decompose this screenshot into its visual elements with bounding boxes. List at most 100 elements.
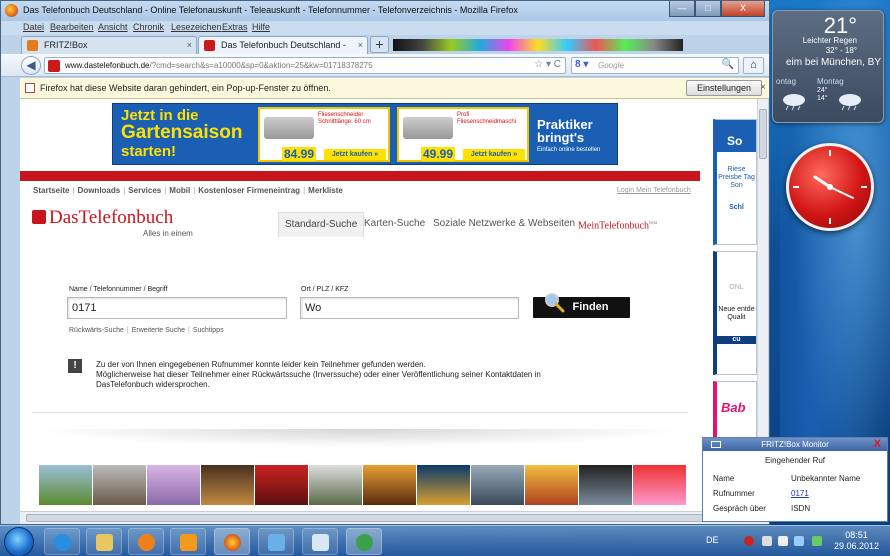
title-bar[interactable]: Das Telefonbuch Deutschland - Online Tel…: [1, 1, 769, 21]
taskbar-outlook[interactable]: [170, 528, 206, 555]
back-button[interactable]: ◀: [21, 56, 41, 75]
fritz-value-number[interactable]: 0171: [791, 489, 809, 498]
brand-tagline: Alles in einem: [143, 229, 193, 238]
nav-services[interactable]: Services: [128, 186, 161, 195]
thumbnail[interactable]: [471, 465, 524, 505]
search-form: Name / Telefonnummer / Begriff 0171 Ort …: [20, 239, 700, 411]
vertical-scroll-thumb[interactable]: [759, 109, 767, 159]
taskbar-mediaplayer[interactable]: [128, 528, 164, 555]
tab-soziale-netzwerke[interactable]: Soziale Netzwerke & Webseiten: [433, 212, 575, 237]
praktiker-logo-sub: bringt's: [537, 130, 585, 145]
tab-close-icon[interactable]: ×: [187, 37, 192, 53]
close-window-button[interactable]: X: [721, 1, 765, 17]
volume-icon[interactable]: [762, 536, 772, 546]
fritz-title: FRITZ!Box Monitor: [761, 440, 829, 449]
taskbar-firefox[interactable]: [214, 528, 250, 555]
tab-karten-suche[interactable]: Karten-Suche: [364, 212, 425, 237]
menu-hilfe[interactable]: Hilfe: [252, 22, 270, 32]
nav-downloads[interactable]: Downloads: [78, 186, 121, 195]
maximize-button[interactable]: □: [695, 1, 721, 17]
taskbar-paint[interactable]: [302, 528, 338, 555]
popup-settings-button[interactable]: Einstellungen: [686, 80, 762, 96]
google-engine-icon[interactable]: 8 ▾: [575, 59, 588, 70]
url-bar[interactable]: www.dastelefonbuch.de/?cmd=search&s=a100…: [44, 57, 566, 74]
search-icon[interactable]: 🔍: [722, 59, 734, 70]
thumbnail[interactable]: [417, 465, 470, 505]
praktiker-logo: Praktiker bringt's Einfach online bestelle…: [537, 118, 613, 153]
thumbnail[interactable]: [363, 465, 416, 505]
power-icon[interactable]: [778, 536, 788, 546]
tab-telefonbuch[interactable]: Das Telefonbuch Deutschland - Onlin... ×: [198, 36, 368, 66]
window-left-frame: [1, 78, 20, 511]
thumbnail[interactable]: [579, 465, 632, 505]
product-2-buy-button[interactable]: Jetzt kaufen »: [463, 149, 525, 160]
product-1-buy-button[interactable]: Jetzt kaufen »: [324, 149, 386, 160]
thumbnail[interactable]: [309, 465, 362, 505]
rain-cloud-icon: [783, 94, 805, 111]
beta-badge: beta: [648, 221, 658, 226]
horizontal-scroll-thumb[interactable]: [26, 514, 746, 522]
thumbnail[interactable]: [201, 465, 254, 505]
tray-fritz-icon[interactable]: [812, 536, 822, 546]
clock-display[interactable]: 08:51 29.06.2012: [834, 530, 879, 552]
reverse-search-link[interactable]: Rückwärts-Suche: [69, 327, 124, 334]
search-bar[interactable]: 8 ▾ Google 🔍: [571, 57, 739, 74]
menu-bearbeiten[interactable]: Bearbeiten: [50, 22, 94, 32]
tab-meintelefonbuch[interactable]: MeinTelefonbuchbeta: [578, 212, 657, 237]
popup-close-icon[interactable]: ×: [760, 82, 766, 93]
taskbar-ie[interactable]: [44, 528, 80, 555]
ad-tile-1[interactable]: So Riese Preisbe Tag Son Schl: [713, 119, 757, 245]
city-input[interactable]: Wo: [300, 297, 519, 319]
weather-cond-text: Leichter Regen: [802, 36, 857, 45]
new-tab-button[interactable]: +: [370, 36, 389, 53]
nav-mobil[interactable]: Mobil: [169, 186, 190, 195]
nav-startseite[interactable]: Startseite: [33, 186, 69, 195]
menu-extras[interactable]: Extras: [222, 22, 248, 32]
clock-gadget[interactable]: [786, 143, 874, 231]
banner-product-2[interactable]: Profi Fliesenschneidmaschi 49.99 Jetzt k…: [397, 107, 529, 162]
menu-lesezeichen[interactable]: Lesezeichen: [171, 22, 222, 32]
tray-app-icon[interactable]: [744, 536, 754, 546]
thumbnail[interactable]: [633, 465, 686, 505]
message-line-2: Möglicherweise hat dieser Teilnehmer ein…: [96, 370, 541, 379]
thumbnail[interactable]: [525, 465, 578, 505]
tab-meintelefonbuch-label: MeinTelefonbuch: [578, 220, 649, 232]
weather-gadget[interactable]: 21° Leichter Regen 32° - 18° eim bei Münc…: [772, 10, 884, 123]
network-signal-icon[interactable]: [794, 536, 804, 546]
thumbnail[interactable]: [147, 465, 200, 505]
nav-merkliste[interactable]: Merkliste: [308, 186, 343, 195]
language-indicator[interactable]: DE: [706, 535, 719, 545]
thumbnail[interactable]: [39, 465, 92, 505]
name-phone-input[interactable]: 0171: [67, 297, 287, 319]
advanced-search-link[interactable]: Erweiterte Suche: [132, 327, 185, 334]
menu-datei[interactable]: Datei: [23, 22, 44, 32]
tab-standard-suche[interactable]: Standard-Suche: [278, 212, 365, 237]
start-button[interactable]: [4, 527, 34, 556]
horizontal-scrollbar[interactable]: [20, 511, 769, 524]
thumbnail[interactable]: [93, 465, 146, 505]
ad-tile-2[interactable]: ONL Neue entde Qualit cu: [713, 251, 757, 375]
tab-fritzbox[interactable]: FRITZ!Box ×: [21, 36, 197, 54]
menu-ansicht[interactable]: Ansicht: [98, 22, 128, 32]
taskbar-fritz-monitor[interactable]: [346, 528, 382, 555]
minimize-button[interactable]: —: [669, 1, 695, 17]
telefonbuch-logo-icon: [32, 210, 46, 224]
home-button[interactable]: ⌂: [743, 57, 764, 74]
fritz-close-icon[interactable]: X: [874, 438, 881, 451]
praktiker-banner-ad[interactable]: Jetzt in die Gartensaison starten! Flies…: [112, 103, 618, 165]
menu-chronik[interactable]: Chronik: [133, 22, 164, 32]
tab-close-icon[interactable]: ×: [358, 37, 363, 53]
thumbnail[interactable]: [255, 465, 308, 505]
site-identity-icon[interactable]: [48, 60, 60, 72]
url-bar-tools[interactable]: ☆ ▾ C: [534, 59, 561, 70]
taskbar-explorer[interactable]: [86, 528, 122, 555]
login-link[interactable]: Login Mein Telefonbuch: [617, 187, 691, 194]
search-tips-link[interactable]: Suchtipps: [193, 327, 224, 334]
taskbar-network[interactable]: [258, 528, 294, 555]
ad-tile-3[interactable]: Bab: [713, 381, 757, 441]
dastelefonbuch-logo[interactable]: DasTelefonbuch: [32, 207, 173, 229]
nav-firmeneintrag[interactable]: Kostenloser Firmeneintrag: [198, 186, 300, 195]
fritzbox-monitor-popup[interactable]: FRITZ!Box Monitor X Eingehender Ruf Name …: [702, 437, 888, 522]
firefox-logo-icon[interactable]: [5, 4, 18, 17]
banner-product-1[interactable]: Fliesenschneider Schnittlänge: 60 cm 84.…: [258, 107, 390, 162]
